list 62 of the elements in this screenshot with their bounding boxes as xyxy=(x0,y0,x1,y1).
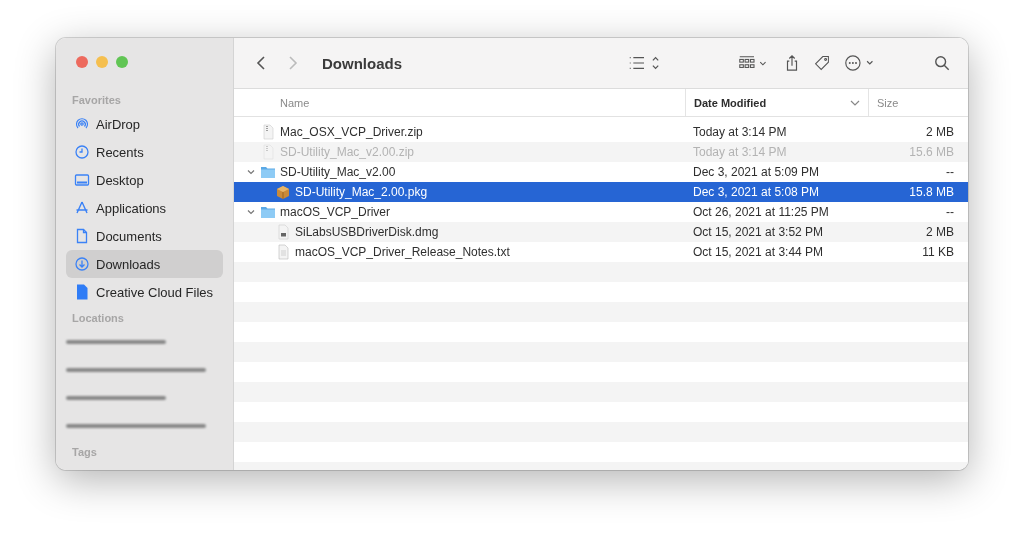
sidebar-item[interactable]: Recents xyxy=(66,138,223,166)
disclosure-icon[interactable] xyxy=(246,167,256,177)
file-size: 15.6 MB xyxy=(908,145,955,159)
desktop-icon xyxy=(74,172,90,188)
sort-caret-icon xyxy=(850,99,860,106)
date-modified: Oct 15, 2021 at 3:52 PM xyxy=(692,225,825,239)
zip-file-icon xyxy=(260,124,276,140)
section-heading: Favorites xyxy=(71,94,122,106)
column-header[interactable]: Name xyxy=(234,89,685,116)
file-name: SD-Utility_Mac_2.00.pkg xyxy=(295,185,428,199)
file-name: SD-Utility_Mac_v2.00 xyxy=(280,165,396,179)
date-modified: Today at 3:14 PM xyxy=(692,145,788,159)
sidebar-item[interactable]: Documents xyxy=(66,222,223,250)
date-modified: Dec 3, 2021 at 5:08 PM xyxy=(692,185,821,199)
file-name: macOS_VCP_Driver xyxy=(280,205,391,219)
folder-icon xyxy=(260,164,276,180)
sidebar-item[interactable]: Creative Cloud Files xyxy=(66,278,223,306)
document-icon xyxy=(74,228,90,244)
file-row[interactable]: SD-Utility_Mac_2.00.pkg Dec 3, 2021 at 5:08 PM 15.8 MB xyxy=(234,182,968,202)
list-view-button[interactable] xyxy=(628,54,660,72)
file-row[interactable]: macOS_VCP_Driver Oct 26, 2021 at 11:25 PM -- xyxy=(234,202,968,222)
file-size: 15.8 MB xyxy=(908,185,955,199)
applications-icon xyxy=(74,200,90,216)
share-button[interactable] xyxy=(784,54,800,72)
file-size: 2 MB xyxy=(925,225,955,239)
file-size: 11 KB xyxy=(921,245,955,259)
date-modified: Today at 3:14 PM xyxy=(692,125,788,139)
disk-image-icon xyxy=(275,224,291,240)
disclosure-icon[interactable] xyxy=(246,207,256,217)
sidebar-item[interactable]: Applications xyxy=(66,194,223,222)
file-size: -- xyxy=(945,205,955,219)
file-row[interactable]: macOS_VCP_Driver_Release_Notes.txt Oct 15, 2021 at 3:44 PM 11 KB xyxy=(234,242,968,262)
sidebar-item[interactable]: Desktop xyxy=(66,166,223,194)
package-icon xyxy=(275,184,291,200)
section-heading: Tags xyxy=(71,446,98,458)
date-modified: Oct 15, 2021 at 3:44 PM xyxy=(692,245,825,259)
date-modified: Oct 26, 2021 at 11:25 PM xyxy=(692,205,830,219)
zip-file-icon xyxy=(260,144,276,160)
file-size: -- xyxy=(945,165,955,179)
file-name: SD-Utility_Mac_v2.00.zip xyxy=(280,145,415,159)
more-button[interactable] xyxy=(844,54,876,72)
folder-icon xyxy=(260,204,276,220)
clock-icon xyxy=(74,144,90,160)
column-header[interactable]: Size xyxy=(868,89,968,116)
search-icon[interactable] xyxy=(934,54,950,72)
file-name: Mac_OSX_VCP_Driver.zip xyxy=(280,125,423,139)
column-header[interactable]: Date Modified xyxy=(685,89,868,116)
sidebar-item[interactable]: AirDrop xyxy=(66,110,223,138)
tag-button[interactable] xyxy=(814,54,830,72)
window-title: Downloads xyxy=(322,54,402,72)
file-name: macOS_VCP_Driver_Release_Notes.txt xyxy=(295,245,510,259)
section-heading: Locations xyxy=(71,312,125,324)
sidebar-item[interactable]: Downloads xyxy=(66,250,223,278)
file-icon xyxy=(74,284,90,300)
file-name: SiLabsUSBDriverDisk.dmg xyxy=(295,225,439,239)
file-row[interactable]: SD-Utility_Mac_v2.00 Dec 3, 2021 at 5:09 PM -- xyxy=(234,162,968,182)
file-row[interactable]: SiLabsUSBDriverDisk.dmg Oct 15, 2021 at 3:52 PM 2 MB xyxy=(234,222,968,242)
date-modified: Dec 3, 2021 at 5:09 PM xyxy=(692,165,821,179)
download-icon xyxy=(74,256,90,272)
text-file-icon xyxy=(275,244,291,260)
file-row[interactable]: Mac_OSX_VCP_Driver.zip Today at 3:14 PM 2 MB xyxy=(234,122,968,142)
file-size: 2 MB xyxy=(925,125,955,139)
